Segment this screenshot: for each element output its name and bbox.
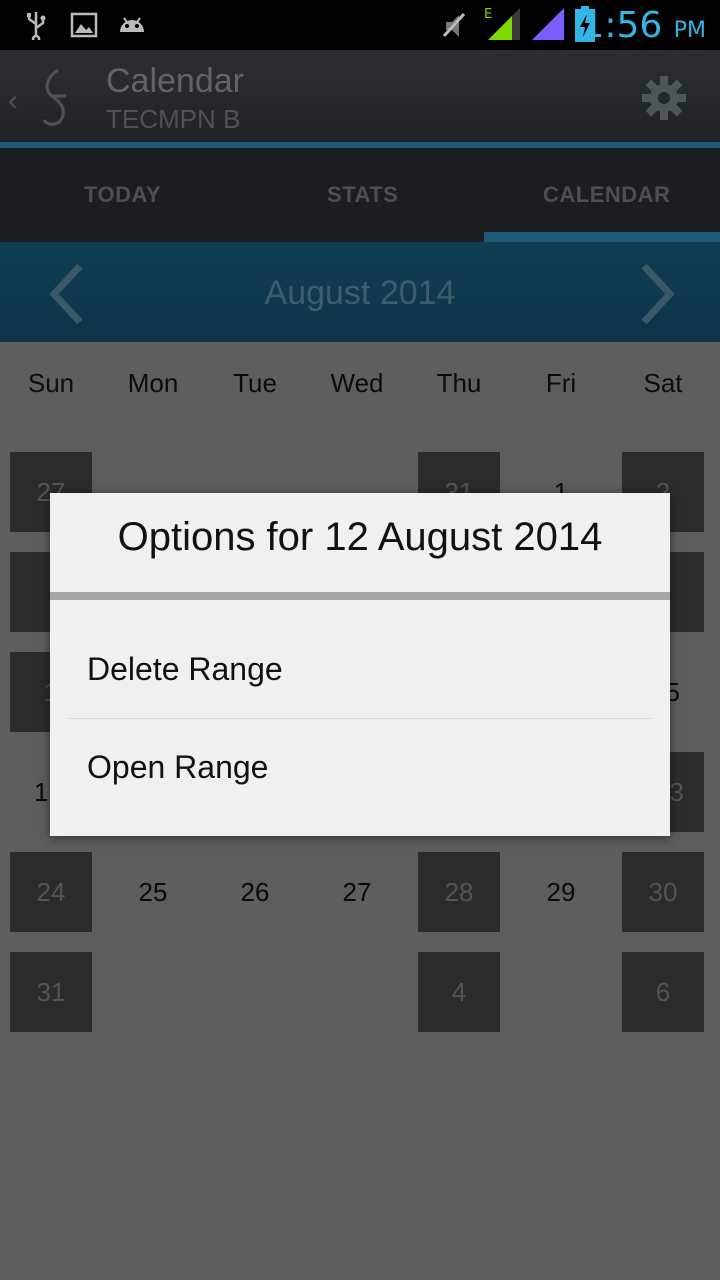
- signal-icon: [532, 8, 564, 40]
- calendar-day[interactable]: 24: [10, 852, 92, 932]
- app-subtitle: TECMPN B: [106, 104, 241, 134]
- calendar-day[interactable]: 6: [622, 952, 704, 1032]
- calendar-day[interactable]: 30: [622, 852, 704, 932]
- status-bar: E 1:56 PM: [0, 0, 720, 50]
- delete-range-option[interactable]: Delete Range: [87, 651, 283, 688]
- tab-today[interactable]: TODAY: [84, 182, 161, 208]
- tab-indicator: [484, 232, 720, 242]
- weekday-thu: Thu: [436, 368, 482, 398]
- weekday-wed: Wed: [330, 368, 384, 398]
- weekday-sat: Sat: [643, 368, 683, 398]
- options-dialog: Options for 12 August 2014 Delete Range …: [50, 493, 670, 836]
- calendar-day[interactable]: 27: [316, 852, 398, 932]
- clock: 1:56 PM: [581, 5, 706, 46]
- gear-icon[interactable]: [640, 74, 688, 122]
- calendar-day[interactable]: 28: [418, 852, 500, 932]
- dialog-item-divider: [68, 718, 652, 719]
- weekday-mon: Mon: [127, 368, 179, 398]
- open-range-option[interactable]: Open Range: [87, 749, 268, 786]
- weekday-fri: Fri: [545, 368, 577, 398]
- mute-icon: [442, 12, 466, 38]
- dialog-title-divider: [50, 592, 670, 600]
- month-title: August 2014: [264, 274, 456, 312]
- tab-calendar[interactable]: CALENDAR: [543, 182, 670, 208]
- calendar-day[interactable]: 25: [112, 852, 194, 932]
- calendar-day[interactable]: 31: [10, 952, 92, 1032]
- calendar-day[interactable]: 4: [418, 952, 500, 1032]
- android-icon: [120, 17, 144, 32]
- tab-stats[interactable]: STATS: [327, 182, 398, 208]
- svg-text:E: E: [484, 7, 492, 22]
- signal-e-icon: E: [484, 7, 520, 40]
- app-title: Calendar: [106, 62, 244, 100]
- dialog-title: Options for 12 August 2014: [117, 515, 603, 559]
- calendar-day[interactable]: 29: [520, 852, 602, 932]
- calendar-day[interactable]: 26: [214, 852, 296, 932]
- app-logo-icon[interactable]: [36, 66, 76, 130]
- usb-icon: [27, 12, 46, 40]
- image-icon: [70, 12, 98, 38]
- weekday-tue: Tue: [233, 368, 277, 398]
- weekday-sun: Sun: [27, 368, 75, 398]
- next-month-icon[interactable]: [638, 262, 678, 326]
- back-chevron-icon[interactable]: ‹: [8, 84, 18, 118]
